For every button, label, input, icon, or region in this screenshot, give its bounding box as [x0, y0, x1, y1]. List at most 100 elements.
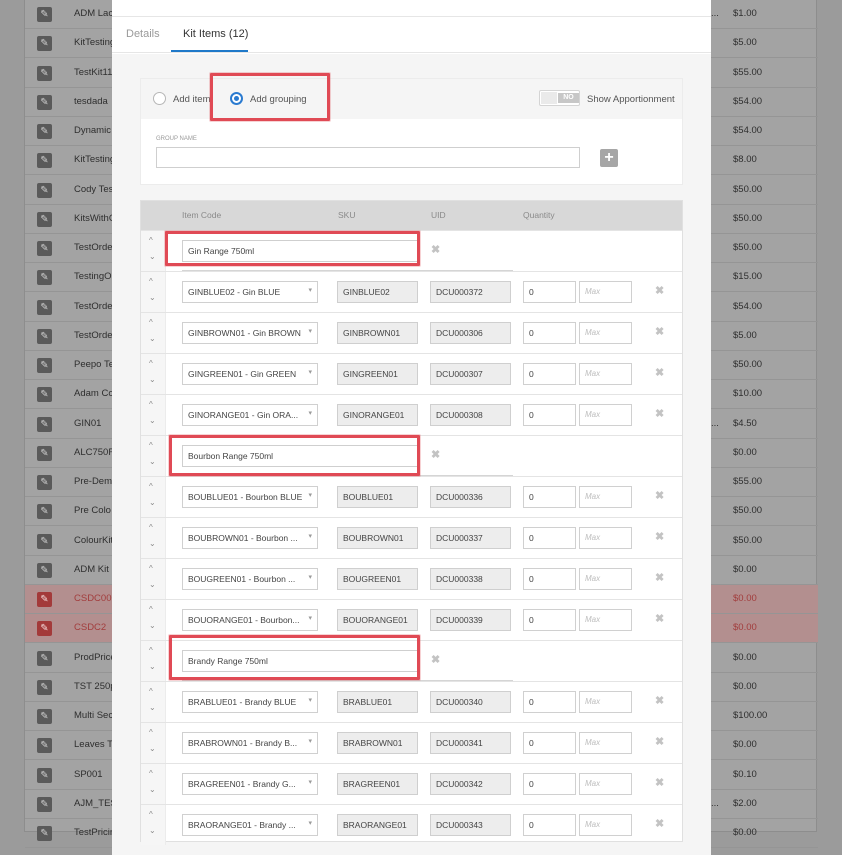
close-icon[interactable]: ✖	[655, 284, 664, 297]
reorder-handle[interactable]: ^ ⌄	[141, 436, 166, 476]
chevron-down-icon[interactable]: ⌄	[149, 293, 156, 302]
close-icon[interactable]: ✖	[655, 366, 664, 379]
pencil-icon[interactable]: ✎	[37, 299, 52, 315]
pencil-icon[interactable]: ✎	[37, 94, 52, 110]
reorder-handle[interactable]: ^ ⌄	[141, 231, 166, 271]
reorder-handle[interactable]: ^ ⌄	[141, 313, 166, 353]
max-quantity-input[interactable]: Max	[579, 363, 632, 385]
close-icon[interactable]: ✖	[655, 612, 664, 625]
quantity-input[interactable]: 0	[523, 404, 576, 426]
quantity-input[interactable]: 0	[523, 773, 576, 795]
group-name-field[interactable]: Bourbon Range 750ml	[182, 445, 418, 467]
max-quantity-input[interactable]: Max	[579, 568, 632, 590]
chevron-up-icon[interactable]: ^	[149, 646, 153, 655]
chevron-down-icon[interactable]: ⌄	[149, 457, 156, 466]
pencil-icon[interactable]: ✎	[37, 387, 52, 403]
pencil-icon[interactable]: ✎	[37, 562, 52, 578]
tab-details[interactable]: Details	[126, 28, 160, 40]
close-icon[interactable]: ✖	[431, 243, 440, 256]
quantity-input[interactable]: 0	[523, 568, 576, 590]
pencil-icon[interactable]: ✎	[37, 65, 52, 81]
max-quantity-input[interactable]: Max	[579, 814, 632, 836]
max-quantity-input[interactable]: Max	[579, 691, 632, 713]
chevron-up-icon[interactable]: ^	[149, 687, 153, 696]
pencil-icon[interactable]: ✎	[37, 767, 52, 783]
max-quantity-input[interactable]: Max	[579, 609, 632, 631]
item-code-select[interactable]: BOUBLUE01 - Bourbon BLUE ▾	[182, 486, 318, 508]
chevron-up-icon[interactable]: ^	[149, 441, 153, 450]
chevron-up-icon[interactable]: ^	[149, 359, 153, 368]
quantity-input[interactable]: 0	[523, 486, 576, 508]
close-icon[interactable]: ✖	[655, 571, 664, 584]
pencil-icon[interactable]: ✎	[37, 592, 52, 607]
chevron-up-icon[interactable]: ^	[149, 318, 153, 327]
close-icon[interactable]: ✖	[431, 448, 440, 461]
chevron-down-icon[interactable]: ⌄	[149, 703, 156, 712]
chevron-down-icon[interactable]: ⌄	[149, 375, 156, 384]
pencil-icon[interactable]: ✎	[37, 124, 52, 139]
add-item-radio[interactable]	[153, 92, 166, 105]
pencil-icon[interactable]: ✎	[37, 533, 52, 549]
close-icon[interactable]: ✖	[655, 817, 664, 830]
group-name-input[interactable]	[156, 147, 580, 168]
pencil-icon[interactable]: ✎	[37, 826, 52, 841]
apportionment-toggle[interactable]: NO	[539, 90, 580, 106]
chevron-down-icon[interactable]: ⌄	[149, 252, 156, 261]
pencil-icon[interactable]: ✎	[37, 358, 52, 373]
pencil-icon[interactable]: ✎	[37, 650, 52, 666]
close-icon[interactable]: ✖	[655, 776, 664, 789]
pencil-icon[interactable]: ✎	[37, 679, 52, 695]
quantity-input[interactable]: 0	[523, 527, 576, 549]
chevron-up-icon[interactable]: ^	[149, 236, 153, 245]
close-icon[interactable]: ✖	[431, 653, 440, 666]
chevron-down-icon[interactable]: ⌄	[149, 498, 156, 507]
reorder-handle[interactable]: ^ ⌄	[141, 559, 166, 599]
quantity-input[interactable]: 0	[523, 363, 576, 385]
pencil-icon[interactable]: ✎	[37, 328, 52, 344]
pencil-icon[interactable]: ✎	[37, 211, 52, 227]
close-icon[interactable]: ✖	[655, 530, 664, 543]
max-quantity-input[interactable]: Max	[579, 773, 632, 795]
chevron-down-icon[interactable]: ⌄	[149, 539, 156, 548]
reorder-handle[interactable]: ^ ⌄	[141, 764, 166, 804]
quantity-input[interactable]: 0	[523, 691, 576, 713]
quantity-input[interactable]: 0	[523, 281, 576, 303]
max-quantity-input[interactable]: Max	[579, 486, 632, 508]
chevron-up-icon[interactable]: ^	[149, 277, 153, 286]
item-code-select[interactable]: GINGREEN01 - Gin GREEN ▾	[182, 363, 318, 385]
reorder-handle[interactable]: ^ ⌄	[141, 477, 166, 517]
pencil-icon[interactable]: ✎	[37, 709, 52, 724]
pencil-icon[interactable]: ✎	[37, 621, 52, 637]
chevron-up-icon[interactable]: ^	[149, 769, 153, 778]
pencil-icon[interactable]: ✎	[37, 796, 52, 812]
plus-icon[interactable]: +	[600, 149, 618, 167]
close-icon[interactable]: ✖	[655, 735, 664, 748]
close-icon[interactable]: ✖	[655, 325, 664, 338]
reorder-handle[interactable]: ^ ⌄	[141, 518, 166, 558]
chevron-down-icon[interactable]: ⌄	[149, 744, 156, 753]
quantity-input[interactable]: 0	[523, 609, 576, 631]
close-icon[interactable]: ✖	[655, 694, 664, 707]
item-code-select[interactable]: BRAORANGE01 - Brandy ... ▾	[182, 814, 318, 836]
chevron-up-icon[interactable]: ^	[149, 523, 153, 532]
chevron-down-icon[interactable]: ⌄	[149, 416, 156, 425]
close-icon[interactable]: ✖	[655, 407, 664, 420]
close-icon[interactable]: ✖	[655, 489, 664, 502]
item-code-select[interactable]: BRABLUE01 - Brandy BLUE ▾	[182, 691, 318, 713]
max-quantity-input[interactable]: Max	[579, 527, 632, 549]
pencil-icon[interactable]: ✎	[37, 504, 52, 520]
pencil-icon[interactable]: ✎	[37, 738, 52, 754]
chevron-down-icon[interactable]: ⌄	[149, 621, 156, 630]
max-quantity-input[interactable]: Max	[579, 281, 632, 303]
item-code-select[interactable]: GINBROWN01 - Gin BROWN ▾	[182, 322, 318, 344]
quantity-input[interactable]: 0	[523, 814, 576, 836]
chevron-down-icon[interactable]: ⌄	[149, 826, 156, 835]
pencil-icon[interactable]: ✎	[37, 241, 52, 256]
item-code-select[interactable]: GINBLUE02 - Gin BLUE ▾	[182, 281, 318, 303]
reorder-handle[interactable]: ^ ⌄	[141, 272, 166, 312]
item-code-select[interactable]: BRABROWN01 - Brandy B... ▾	[182, 732, 318, 754]
tab-kit-items[interactable]: Kit Items (12)	[183, 28, 248, 40]
quantity-input[interactable]: 0	[523, 322, 576, 344]
reorder-handle[interactable]: ^ ⌄	[141, 641, 166, 681]
pencil-icon[interactable]: ✎	[37, 475, 52, 490]
